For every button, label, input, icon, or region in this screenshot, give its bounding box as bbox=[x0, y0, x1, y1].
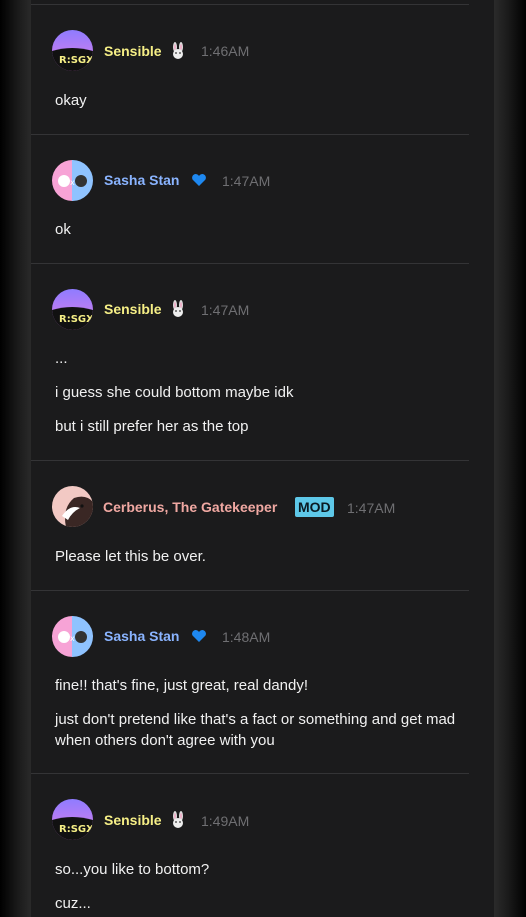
timestamp: 1:47AM bbox=[201, 302, 250, 318]
bunny-emoji-icon bbox=[169, 811, 187, 829]
author-name[interactable]: Sensible bbox=[104, 43, 162, 59]
message-divider bbox=[31, 263, 469, 264]
cerberus-avatar[interactable] bbox=[52, 486, 93, 527]
chat-log[interactable]: R:SGX Sensible 1:46AM okay x Sasha Stan … bbox=[31, 0, 494, 917]
message-divider bbox=[31, 4, 469, 5]
timestamp: 1:49AM bbox=[201, 813, 250, 829]
message-line: Please let this be over. bbox=[55, 548, 206, 565]
message-line: so...you like to bottom? bbox=[55, 861, 210, 878]
author-name[interactable]: Sensible bbox=[104, 812, 162, 828]
sensible-avatar[interactable]: R:SGX bbox=[52, 799, 93, 840]
timestamp: 1:47AM bbox=[222, 173, 271, 189]
message-line: ok bbox=[55, 221, 71, 238]
message-line: i guess she could bottom maybe idk bbox=[55, 384, 294, 401]
svg-text:x: x bbox=[70, 178, 75, 187]
sensible-avatar[interactable]: R:SGX bbox=[52, 289, 93, 330]
timestamp: 1:46AM bbox=[201, 43, 250, 59]
author-name[interactable]: Sensible bbox=[104, 301, 162, 317]
message-line: just don't pretend like that's a fact or… bbox=[55, 711, 456, 749]
message-divider bbox=[31, 590, 469, 591]
bunny-emoji-icon bbox=[169, 300, 187, 318]
left-edge-shadow bbox=[0, 0, 32, 917]
timestamp: 1:48AM bbox=[222, 629, 271, 645]
sasha-avatar[interactable]: x bbox=[52, 616, 93, 657]
message-line: okay bbox=[55, 92, 87, 109]
timestamp: 1:47AM bbox=[347, 500, 396, 516]
svg-text:R:SGX: R:SGX bbox=[59, 824, 93, 835]
author-name[interactable]: Cerberus, The Gatekeeper bbox=[103, 499, 277, 515]
message-divider bbox=[31, 134, 469, 135]
svg-text:x: x bbox=[70, 634, 75, 643]
author-name[interactable]: Sasha Stan bbox=[104, 628, 179, 644]
message-line: cuz... bbox=[55, 895, 91, 912]
message-divider bbox=[31, 460, 469, 461]
blue-heart-icon bbox=[190, 171, 208, 189]
message-divider bbox=[31, 773, 469, 774]
svg-text:R:SGX: R:SGX bbox=[59, 55, 93, 66]
sensible-avatar[interactable]: R:SGX bbox=[52, 30, 93, 71]
message-line: ... bbox=[55, 350, 68, 367]
right-edge-shadow bbox=[494, 0, 526, 917]
svg-text:R:SGX: R:SGX bbox=[59, 314, 93, 325]
bunny-emoji-icon bbox=[169, 42, 187, 60]
message-line: but i still prefer her as the top bbox=[55, 418, 249, 435]
message-line: fine!! that's fine, just great, real dan… bbox=[55, 677, 309, 694]
mod-badge: MOD bbox=[295, 497, 334, 517]
blue-heart-icon bbox=[190, 627, 208, 645]
sasha-avatar[interactable]: x bbox=[52, 160, 93, 201]
author-name[interactable]: Sasha Stan bbox=[104, 172, 179, 188]
